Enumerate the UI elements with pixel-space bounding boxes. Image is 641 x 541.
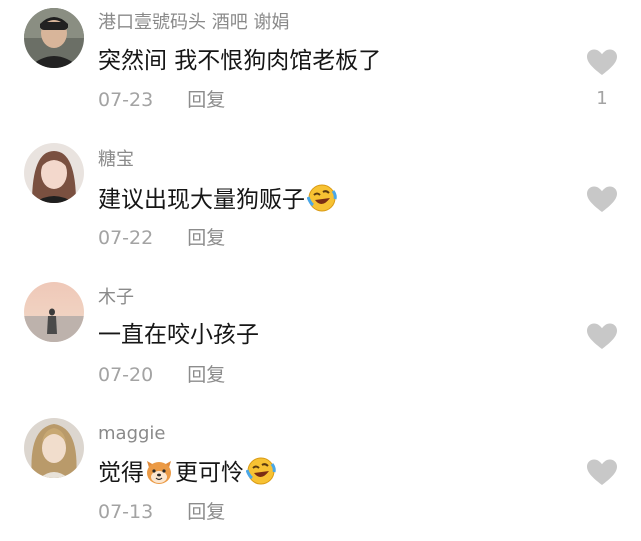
comment-username[interactable]: 糖宝 <box>98 149 134 171</box>
comment-meta: 07-13 回复 <box>98 500 225 524</box>
comment-text-content: 建议出现大量狗贩子 <box>98 187 305 213</box>
comment-username[interactable]: 木子 <box>98 287 134 309</box>
user-avatar[interactable] <box>24 8 84 68</box>
reply-button[interactable]: 回复 <box>187 364 225 386</box>
comment-text: 一直在咬小孩子 <box>98 322 259 348</box>
heart-icon[interactable] <box>586 185 618 213</box>
reply-button[interactable]: 回复 <box>187 89 225 111</box>
woman-selfie-avatar-icon <box>24 143 84 203</box>
heart-icon[interactable] <box>586 322 618 350</box>
user-avatar[interactable] <box>24 282 84 342</box>
man-portrait-avatar-icon <box>24 8 84 68</box>
comment-meta: 07-23 回复 <box>98 88 225 112</box>
comment-date: 07-20 <box>98 364 154 386</box>
comment-text: 觉得 更可怜 <box>98 456 276 488</box>
rolling-laugh-emoji-icon <box>246 457 276 485</box>
heart-icon[interactable] <box>586 48 618 76</box>
reply-button[interactable]: 回复 <box>187 227 225 249</box>
sunset-figure-avatar-icon <box>24 282 84 342</box>
user-avatar[interactable] <box>24 143 84 203</box>
like-count: 1 <box>596 88 608 109</box>
comment-date: 07-13 <box>98 501 154 523</box>
comment-text-before: 觉得 <box>98 460 144 486</box>
comment-text: 突然间 我不恨狗肉馆老板了 <box>98 48 382 74</box>
comment-date: 07-22 <box>98 227 154 249</box>
comment-meta: 07-22 回复 <box>98 226 225 250</box>
user-avatar[interactable] <box>24 418 84 478</box>
reply-button[interactable]: 回复 <box>187 501 225 523</box>
shiba-dog-emoji-icon <box>147 461 171 484</box>
comment-meta: 07-20 回复 <box>98 363 225 387</box>
comment-date: 07-23 <box>98 89 154 111</box>
comment-text-after: 更可怜 <box>175 460 244 486</box>
comment-username[interactable]: maggie <box>98 423 166 445</box>
rolling-laugh-emoji-icon <box>307 184 337 212</box>
comment-text: 建议出现大量狗贩子 <box>98 183 337 215</box>
blonde-woman-avatar-icon <box>24 418 84 478</box>
heart-icon[interactable] <box>586 458 618 486</box>
comment-username[interactable]: 港口壹號码头 酒吧 谢娟 <box>98 12 289 34</box>
